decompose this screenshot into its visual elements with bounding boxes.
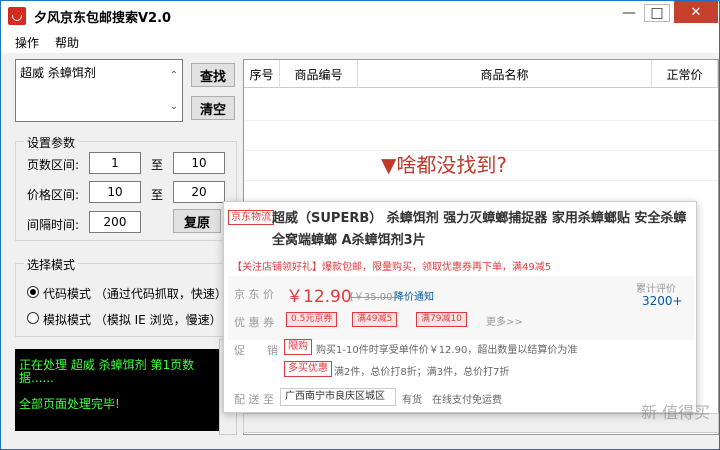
price-notify-link[interactable]: 降价通知	[394, 288, 434, 303]
minimize-button[interactable]: —	[614, 1, 644, 25]
settings-group-label: 设置参数	[24, 134, 79, 151]
jd-logistics-tag: 京东物流	[228, 210, 274, 225]
menu-operate[interactable]: 操作	[15, 34, 39, 51]
row-divider	[244, 120, 718, 121]
mode-group-label: 选择模式	[24, 256, 79, 273]
multi-buy-tag: 多买优惠	[284, 361, 332, 377]
region-select[interactable]: 广西南宁市良庆区城区	[280, 388, 396, 406]
payment-info: 在线支付免运费	[432, 395, 502, 406]
app-logo-icon	[8, 7, 26, 25]
coupon-item[interactable]: 满79减10	[416, 312, 467, 327]
coupon-item[interactable]: 0.5元京券	[286, 312, 338, 327]
clear-button[interactable]: 清空	[191, 96, 235, 120]
log-console: 正在处理 超威 杀蟑饵剂 第1页数据...... 全部页面处理完毕!	[15, 349, 219, 431]
coupon-label: 优 惠 券	[234, 316, 274, 329]
promo-label: 促 销	[234, 344, 278, 357]
price-box: 京 东 价 ￥12.90 [￥35.00] 降价通知 累计评价 3200+ 优 …	[228, 276, 694, 340]
interval-label: 间隔时间:	[27, 218, 80, 232]
title-bar: 夕风京东包邮搜索V2.0 — □ ✕	[1, 1, 719, 31]
scroll-up-icon[interactable]: ⌃	[166, 60, 182, 90]
page-to-input[interactable]: 10	[173, 152, 225, 174]
price-range-label: 价格区间:	[27, 188, 80, 202]
stock-status: 有货	[402, 395, 422, 406]
sim-mode-label: 模拟模式 （模拟 IE 浏览，慢速）	[43, 313, 222, 327]
page-to-label: 至	[151, 158, 164, 172]
row-divider	[244, 180, 718, 181]
limit-text: 购买1-10件时享受单件价￥12.90，超出数量以结算价为准	[316, 345, 578, 356]
more-coupons-link[interactable]: 更多>>	[486, 313, 523, 328]
menu-bar: 操作 帮助	[1, 31, 719, 53]
maximize-button[interactable]: □	[644, 4, 670, 22]
interval-input[interactable]: 200	[89, 211, 141, 233]
table-header: 序号 商品编号 商品名称 正常价	[244, 60, 718, 88]
col-product-name[interactable]: 商品名称	[358, 60, 652, 88]
limit-tag: 限购	[284, 339, 312, 355]
empty-message: ▼啥都没找到?	[381, 153, 507, 177]
log-line: 正在处理 超威 杀蟑饵剂 第1页数据......	[19, 358, 195, 385]
site-watermark: 新 值得买	[641, 403, 711, 422]
product-title[interactable]: 超威（SUPERB） 杀蟑饵剂 强力灭蟑螂捕捉器 家用杀蟑螂贴 安全杀蟑全窝端蟑…	[272, 208, 692, 252]
comment-count[interactable]: 3200+	[642, 294, 683, 308]
price-from-input[interactable]: 10	[89, 181, 141, 203]
col-normal-price[interactable]: 正常价	[652, 60, 718, 88]
menu-help[interactable]: 帮助	[55, 34, 79, 51]
col-product-id[interactable]: 商品编号	[280, 60, 358, 88]
code-mode-label: 代码模式 （通过代码抓取，快速）	[43, 287, 227, 301]
sim-mode-radio[interactable]	[27, 312, 39, 324]
price-to-label: 至	[151, 188, 164, 202]
code-mode-radio[interactable]	[27, 286, 39, 298]
page-from-input[interactable]: 1	[89, 152, 141, 174]
close-button[interactable]: ✕	[674, 1, 718, 23]
app-window: 夕风京东包邮搜索V2.0 — □ ✕ 操作 帮助 超威 杀蟑饵剂 ⌃ ⌄ 查找 …	[0, 0, 720, 450]
old-price: [￥35.00]	[350, 292, 397, 303]
price-to-input[interactable]: 20	[173, 181, 225, 203]
product-promo: 【关注店铺领好礼】爆款包邮，限量购买，领取优惠券再下单，满49减5	[232, 262, 552, 273]
search-input-value: 超威 杀蟑饵剂	[20, 66, 96, 80]
ship-label: 配 送 至	[234, 393, 274, 406]
page-range-label: 页数区间:	[27, 158, 80, 172]
product-price: ￥12.90	[286, 287, 352, 307]
search-button[interactable]: 查找	[191, 63, 235, 87]
search-input[interactable]: 超威 杀蟑饵剂 ⌃ ⌄	[15, 59, 183, 122]
restore-button[interactable]: 复原	[173, 209, 221, 233]
price-label: 京 东 价	[234, 288, 274, 301]
log-line: 全部页面处理完毕!	[19, 397, 120, 411]
scroll-down-icon[interactable]: ⌄	[166, 91, 182, 121]
coupon-item[interactable]: 满49减5	[352, 312, 398, 327]
multi-buy-text: 满2件，总价打8折；满3件，总价打7折	[334, 367, 510, 378]
col-index[interactable]: 序号	[244, 60, 280, 88]
window-title: 夕风京东包邮搜索V2.0	[34, 10, 172, 26]
comment-label: 累计评价	[636, 284, 676, 295]
product-preview-popup: 京东物流 超威（SUPERB） 杀蟑饵剂 强力灭蟑螂捕捉器 家用杀蟑螂贴 安全杀…	[223, 201, 697, 413]
